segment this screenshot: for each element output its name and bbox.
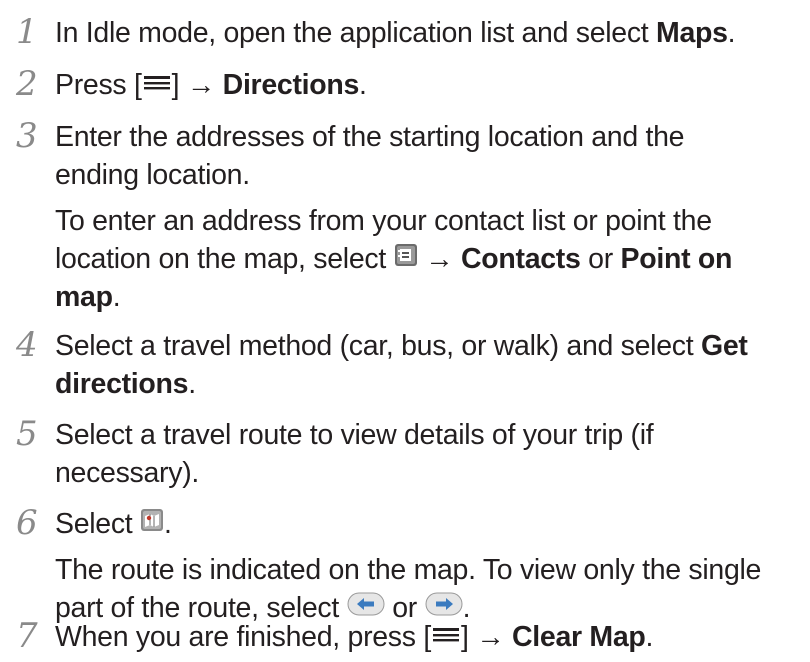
step-note-line: map. [55,281,121,313]
menu-key-icon [142,65,172,103]
contact-book-icon [394,239,418,277]
step-number: 3 [16,116,38,156]
step-text-line: Select a travel method (car, bus, or wal… [55,330,748,362]
step-number: 6 [16,503,38,543]
step-text: When you are finished, press [] → Clear … [55,618,653,657]
step-number: 7 [16,616,38,656]
step-number: 4 [16,325,38,365]
step-number: 5 [16,414,38,454]
step-text: Press [] → Directions. [55,66,367,105]
step-text-line: Select a travel route to view details of… [55,419,654,451]
step-number: 1 [16,12,38,52]
menu-key-icon [431,617,461,655]
step-text: In Idle mode, open the application list … [55,17,736,49]
step-note-line: The route is indicated on the map. To vi… [55,554,762,586]
step-text-line: Enter the addresses of the starting loca… [55,121,685,153]
step-text-line: directions. [55,368,196,400]
map-view-icon [140,504,164,542]
step-note-line: To enter an address from your contact li… [55,205,712,237]
step-text-line: necessary). [55,457,200,489]
step-text-line: Select . [55,505,172,544]
step-number: 2 [16,64,38,104]
step-text-line: ending location. [55,159,250,191]
step-note-line: location on the map, select → Contacts o… [55,240,732,279]
